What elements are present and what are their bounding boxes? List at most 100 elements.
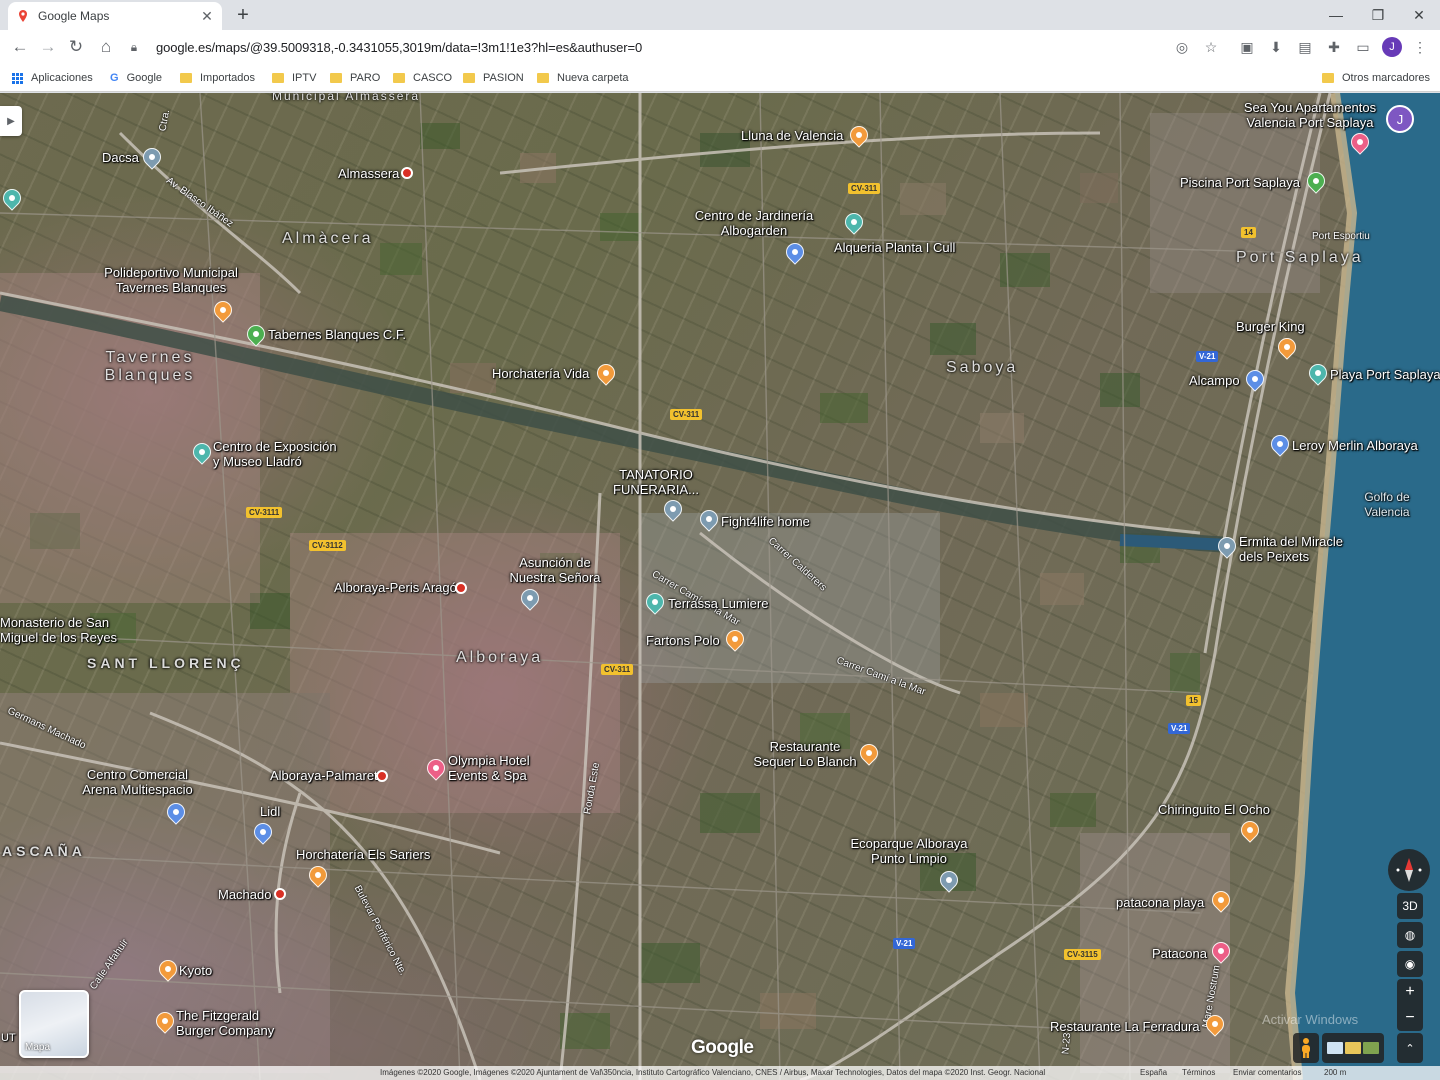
poi-almassera-label[interactable]: Almassera (338, 166, 399, 181)
google-g-icon: G (110, 72, 119, 84)
poi-lidl-label[interactable]: Lidl (260, 804, 280, 819)
poi-alcampo-label[interactable]: Alcampo (1189, 373, 1240, 388)
bookmark-casco[interactable]: CASCO (393, 70, 452, 86)
poi-olympia-label[interactable]: Olympia Hotel Events & Spa (448, 753, 548, 783)
poi-jardineria-label[interactable]: Centro de Jardinería Albogarden (686, 208, 822, 238)
poi-ecoparque-label[interactable]: Ecoparque Alboraya Punto Limpio (844, 836, 974, 866)
poi-tanatorio-label[interactable]: TANATORIO FUNERARIA... (606, 467, 706, 497)
expand-side-panel-button[interactable]: ▶ (0, 106, 22, 136)
tab-close-icon[interactable]: ✕ (200, 8, 214, 25)
poi-sea-you-label[interactable]: Sea You Apartamentos Valencia Port Sapla… (1236, 100, 1384, 130)
poi-palmaret-label[interactable]: Alboraya-Palmaret (270, 768, 378, 783)
road-sign: CV-3111 (246, 507, 283, 518)
country-link[interactable]: España (1140, 1068, 1167, 1077)
pegman-street-view-icon[interactable] (1293, 1033, 1319, 1063)
poi-piscina-label[interactable]: Piscina Port Saplaya (1180, 175, 1300, 190)
reload-icon[interactable]: ↻ (64, 35, 88, 59)
poi-polideportivo-label[interactable]: Polideportivo Municipal Tavernes Blanque… (96, 265, 246, 295)
poi-ermita-label[interactable]: Ermita del Miracle dels Peixets (1239, 534, 1359, 564)
my-location-icon[interactable]: ◉ (1397, 951, 1423, 977)
train-station-icon[interactable] (455, 582, 467, 594)
poi-playa-port-label[interactable]: Playa Port Saplaya (1330, 367, 1440, 382)
poi-monasterio-label[interactable]: Monasterio de San Miguel de los Reyes (0, 615, 130, 645)
poi-tabernes-cf-label[interactable]: Tabernes Blanques C.F. (268, 327, 406, 342)
terms-link[interactable]: Términos (1182, 1068, 1215, 1077)
bookmark-nueva-carpeta[interactable]: Nueva carpeta (537, 70, 629, 86)
close-window-button[interactable]: ✕ (1399, 0, 1439, 30)
place-port-saplaya: Port Saplaya (1236, 249, 1364, 266)
bookmark-otros-marcadores[interactable]: Otros marcadores (1322, 70, 1430, 86)
pdf-extension-icon[interactable]: ▤ (1295, 37, 1315, 57)
poi-fight4life-label[interactable]: Fight4life home (721, 514, 810, 529)
layer-thumb-icon[interactable] (1363, 1042, 1379, 1054)
poi-fitzgerald-label[interactable]: The Fitzgerald Burger Company (176, 1008, 286, 1038)
poi-asuncion-label[interactable]: Asunción de Nuestra Señora (500, 555, 610, 585)
bookmark-apps[interactable]: Aplicaciones (12, 70, 93, 86)
poi-peris-arago-label[interactable]: Alboraya-Peris Aragó (334, 580, 457, 595)
imagery-layers-strip[interactable] (1322, 1033, 1384, 1063)
menu-kebab-icon[interactable]: ⋮ (1410, 37, 1430, 57)
download-icon[interactable]: ⬇ (1266, 37, 1286, 57)
poi-terrassa-label[interactable]: Terrassa Lumiere (668, 596, 768, 611)
poi-centro-comercial-label[interactable]: Centro Comercial Arena Multiespacio (70, 767, 205, 797)
satellite-map[interactable]: Municipal Almassera Almàcera Tavernes Bl… (0, 93, 1440, 1080)
new-tab-button[interactable]: + (232, 4, 254, 26)
restore-button[interactable]: ❐ (1358, 0, 1398, 30)
scale-bar[interactable]: 200 m (1324, 1068, 1346, 1077)
poi-machado-label[interactable]: Machado (218, 887, 271, 902)
poi-patacona-label[interactable]: Patacona (1152, 946, 1207, 961)
globe-icon[interactable]: ◍ (1397, 922, 1423, 948)
bookmark-label: Aplicaciones (31, 72, 93, 84)
minimize-button[interactable]: — (1316, 0, 1356, 30)
poi-patacona-playa-label[interactable]: patacona playa (1116, 895, 1204, 910)
poi-port-esportiu-label[interactable]: Port Esportiu (1312, 231, 1370, 242)
poi-alqueria-label[interactable]: Alqueria Planta I Cull (834, 240, 955, 255)
back-icon[interactable]: ← (8, 35, 32, 59)
layer-thumb-icon[interactable] (1345, 1042, 1361, 1054)
zoom-out-button[interactable]: − (1397, 1005, 1423, 1031)
poi-leroy-label[interactable]: Leroy Merlin Alboraya (1292, 438, 1418, 453)
poi-kyoto-label[interactable]: Kyoto (179, 963, 212, 978)
poi-horchateria-sariers-label[interactable]: Horchatería Els Sariers (296, 847, 430, 862)
feedback-link[interactable]: Enviar comentarios (1233, 1068, 1301, 1077)
poi-lluna-label[interactable]: Lluna de Valencia (741, 128, 843, 143)
road-sign: CV-311 (601, 664, 634, 675)
train-station-icon[interactable] (376, 770, 388, 782)
location-icon[interactable]: ◎ (1172, 37, 1192, 57)
address-bar[interactable]: 🔒︎ google.es/maps/@39.5009318,-0.3431055… (124, 33, 1230, 61)
lock-icon[interactable]: 🔒︎ (124, 40, 144, 55)
map-type-switcher[interactable]: Mapa (19, 990, 89, 1058)
bookmark-iptv[interactable]: IPTV (272, 70, 316, 86)
forward-icon[interactable]: → (36, 35, 60, 59)
bookmark-star-icon[interactable]: ☆ (1201, 37, 1221, 57)
place-alboraya: Alboraya (456, 649, 544, 666)
poi-horchateria-vida-label[interactable]: Horchatería Vida (492, 366, 589, 381)
road-sign: CV-311 (848, 183, 881, 194)
bookmark-paro[interactable]: PARO (330, 70, 380, 86)
compass-icon[interactable] (1388, 849, 1430, 891)
bookmarks-bar: Aplicaciones G Google Importados IPTV PA… (0, 64, 1440, 92)
poi-restaurante-sequer-label[interactable]: Restaurante Sequer Lo Blanch (750, 739, 860, 769)
poi-ferradura-label[interactable]: Restaurante La Ferradura (1050, 1019, 1200, 1034)
extensions-puzzle-icon[interactable]: ✚ (1324, 37, 1344, 57)
poi-dacsa-label[interactable]: Dacsa (102, 150, 139, 165)
bookmark-importados[interactable]: Importados (180, 70, 255, 86)
profile-avatar[interactable]: J (1382, 37, 1402, 57)
google-account-avatar[interactable]: J (1386, 105, 1414, 133)
tilt-3d-button[interactable]: 3D (1397, 893, 1423, 919)
train-station-icon[interactable] (274, 888, 286, 900)
train-station-icon[interactable] (401, 167, 413, 179)
tab-google-maps[interactable]: Google Maps ✕ (8, 2, 222, 30)
poi-fartons-label[interactable]: Fartons Polo (646, 633, 720, 648)
poi-museo-lladro-label[interactable]: Centro de Exposición y Museo Lladró (213, 439, 343, 469)
zoom-in-button[interactable]: + (1397, 979, 1423, 1005)
bookmark-pasion[interactable]: PASION (463, 70, 524, 86)
extension-screenshot-icon[interactable]: ▣ (1237, 37, 1257, 57)
poi-chiringuito-label[interactable]: Chiringuito El Ocho (1158, 802, 1270, 817)
layer-thumb-icon[interactable] (1327, 1042, 1343, 1054)
home-icon[interactable]: ⌂ (94, 35, 118, 59)
expand-imagery-button[interactable]: ⌃ (1397, 1033, 1423, 1063)
cast-icon[interactable]: ▭ (1353, 37, 1373, 57)
bookmark-google[interactable]: G Google (110, 70, 162, 86)
poi-burger-king-label[interactable]: Burger King (1236, 319, 1305, 334)
